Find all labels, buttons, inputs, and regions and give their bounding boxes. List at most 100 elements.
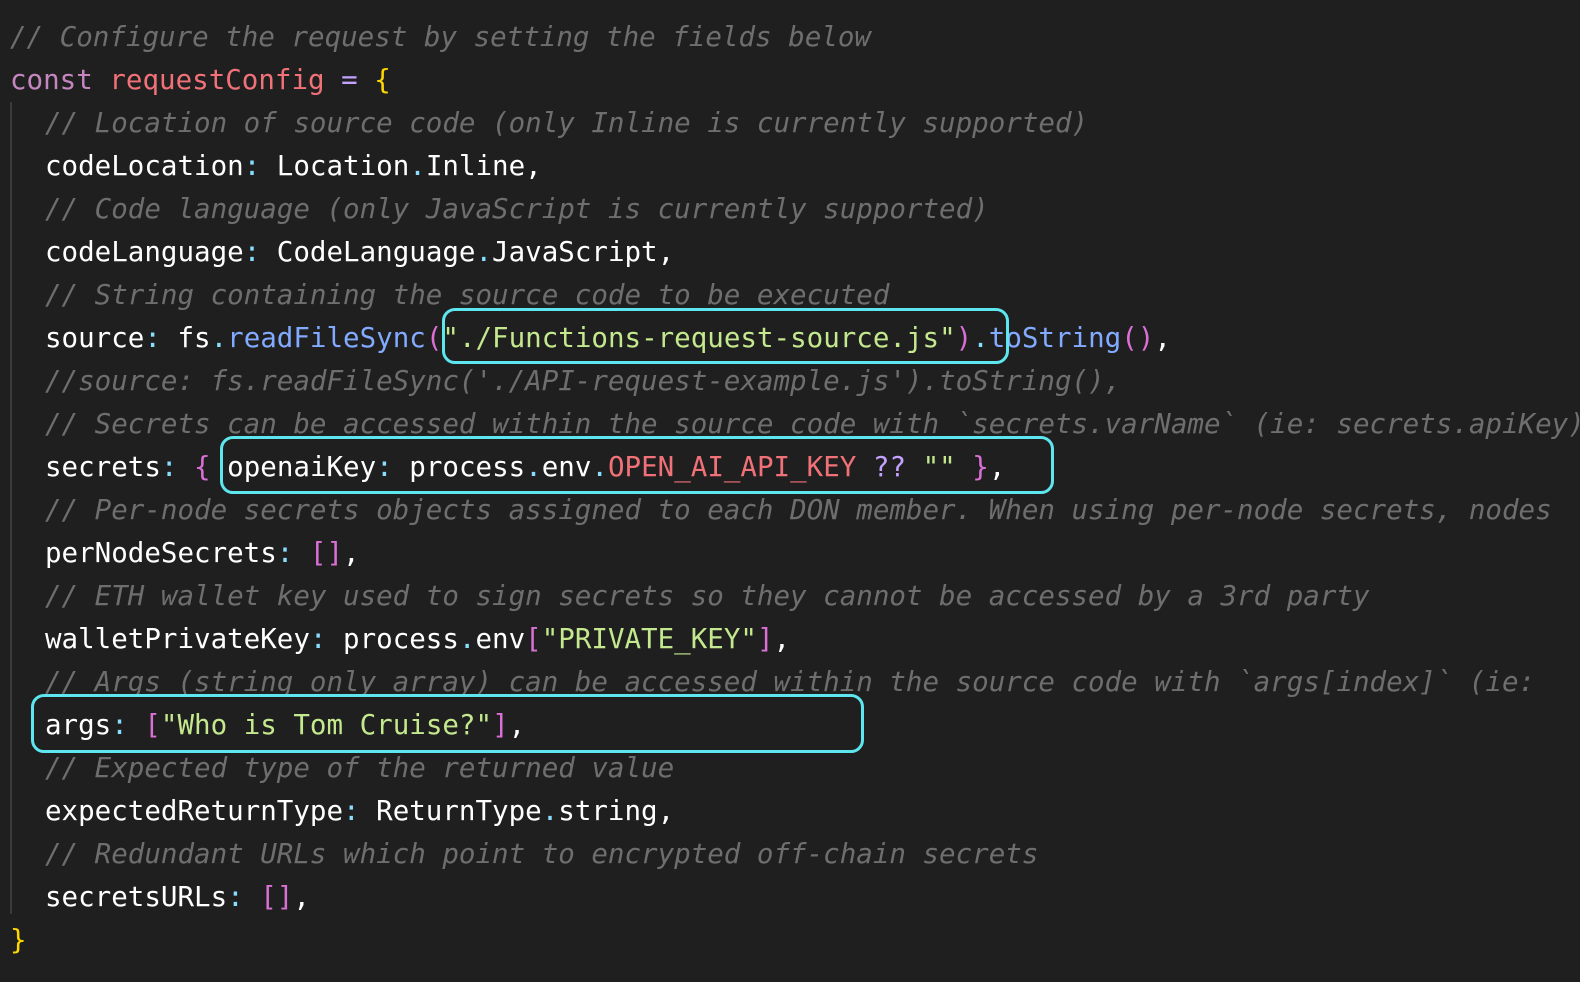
code-token: ) (955, 322, 973, 354)
code-line[interactable]: const requestConfig = { (10, 59, 1580, 102)
code-line[interactable]: codeLocation: Location.Inline, (10, 145, 1580, 188)
code-line[interactable]: // Expected type of the returned value (10, 747, 1580, 790)
code-token: codeLanguage (45, 236, 244, 268)
code-token: readFileSync (227, 322, 426, 354)
code-token: string (558, 795, 658, 827)
code-token: () (1121, 322, 1155, 354)
code-token: [] (309, 537, 344, 569)
code-line[interactable]: perNodeSecrets: [], (10, 532, 1580, 575)
code-token: = (341, 64, 358, 96)
code-token: env (541, 451, 592, 483)
code-token: , (508, 709, 526, 741)
code-line[interactable]: codeLanguage: CodeLanguage.JavaScript, (10, 231, 1580, 274)
code-token: JavaScript (492, 236, 658, 268)
code-token: : (111, 709, 128, 741)
code-token: { (374, 64, 391, 96)
code-token: args (45, 709, 112, 741)
code-line[interactable]: walletPrivateKey: process.env["PRIVATE_K… (10, 618, 1580, 661)
code-token: fs (160, 322, 211, 354)
code-token: process (392, 451, 526, 483)
code-token: "./Functions-request-source.js" (442, 322, 956, 354)
code-token: . (409, 150, 426, 182)
code-line[interactable]: // ETH wallet key used to sign secrets s… (10, 575, 1580, 618)
code-token: ( (425, 322, 443, 354)
code-token: CodeLanguage (260, 236, 476, 268)
code-token: : (343, 795, 360, 827)
code-line[interactable]: // Per-node secrets objects assigned to … (10, 489, 1580, 532)
code-token: secrets (45, 451, 161, 483)
code-token: "Who is Tom Cruise?" (160, 709, 493, 741)
code-token: [] (260, 881, 294, 913)
code-block[interactable]: // Configure the request by setting the … (10, 16, 1580, 962)
code-line[interactable]: secretsURLs: [], (10, 876, 1580, 919)
code-token: . (972, 322, 989, 354)
code-token: "PRIVATE_KEY" (541, 623, 757, 655)
code-comment: // Configure the request by setting the … (10, 21, 871, 53)
code-token: source (45, 322, 145, 354)
code-token: . (591, 451, 608, 483)
code-token: , (525, 150, 542, 182)
code-comment: // Per-node secrets objects assigned to … (45, 494, 1552, 526)
code-editor[interactable]: // Configure the request by setting the … (0, 0, 1580, 982)
code-line[interactable]: // Secrets can be accessed within the so… (10, 403, 1580, 446)
code-token: . (541, 795, 559, 827)
code-comment: // ETH wallet key used to sign secrets s… (45, 580, 1370, 612)
code-token: const (10, 64, 93, 96)
code-token: } (10, 924, 27, 956)
code-line[interactable]: //source: fs.readFileSync('./API-request… (10, 360, 1580, 403)
code-comment: // String containing the source code to … (45, 279, 890, 311)
code-token: secretsURLs (45, 881, 228, 913)
code-token: . (458, 623, 476, 655)
code-token: "" (922, 451, 956, 483)
code-token: OPEN_AI_API_KEY (607, 451, 857, 483)
code-line[interactable]: // Args (string only array) can be acces… (10, 661, 1580, 704)
code-line[interactable]: // Location of source code (only Inline … (10, 102, 1580, 145)
code-token: : (376, 451, 393, 483)
code-line[interactable]: // Redundant URLs which point to encrypt… (10, 833, 1580, 876)
code-token: , (293, 881, 310, 913)
code-token: toString (988, 322, 1122, 354)
code-token: } (972, 451, 989, 483)
code-token: , (343, 537, 360, 569)
code-comment: // Secrets can be accessed within the so… (45, 408, 1580, 440)
code-token: . (475, 236, 493, 268)
code-token: [ (144, 709, 161, 741)
code-line[interactable]: source: fs.readFileSync("./Functions-req… (10, 317, 1580, 360)
code-line[interactable]: // Code language (only JavaScript is cur… (10, 188, 1580, 231)
code-comment: // Expected type of the returned value (45, 752, 675, 784)
code-token: , (657, 236, 675, 268)
code-comment: // Args (string only array) can be acces… (45, 666, 1536, 698)
code-token: : (276, 537, 294, 569)
code-token: , (988, 451, 1006, 483)
code-token: . (525, 451, 542, 483)
code-token: ReturnType (359, 795, 542, 827)
code-line[interactable]: } (10, 919, 1580, 962)
code-token: , (657, 795, 675, 827)
code-token: walletPrivateKey (45, 623, 310, 655)
code-line[interactable]: expectedReturnType: ReturnType.string, (10, 790, 1580, 833)
code-token: ] (492, 709, 509, 741)
code-token: [ (525, 623, 542, 655)
code-token: : (309, 623, 327, 655)
code-line[interactable]: // Configure the request by setting the … (10, 16, 1580, 59)
code-line[interactable]: // String containing the source code to … (10, 274, 1580, 317)
code-token: { (194, 451, 211, 483)
code-comment: //source: fs.readFileSync('./API-request… (45, 365, 1122, 397)
code-token: ?? (872, 451, 907, 483)
code-token: openaiKey (227, 451, 377, 483)
code-line[interactable]: secrets: { openaiKey: process.env.OPEN_A… (10, 446, 1580, 489)
code-token: process (326, 623, 459, 655)
code-token: perNodeSecrets (45, 537, 277, 569)
code-token: Inline (425, 150, 526, 182)
code-token: expectedReturnType (45, 795, 344, 827)
code-line[interactable]: args: ["Who is Tom Cruise?"], (10, 704, 1580, 747)
